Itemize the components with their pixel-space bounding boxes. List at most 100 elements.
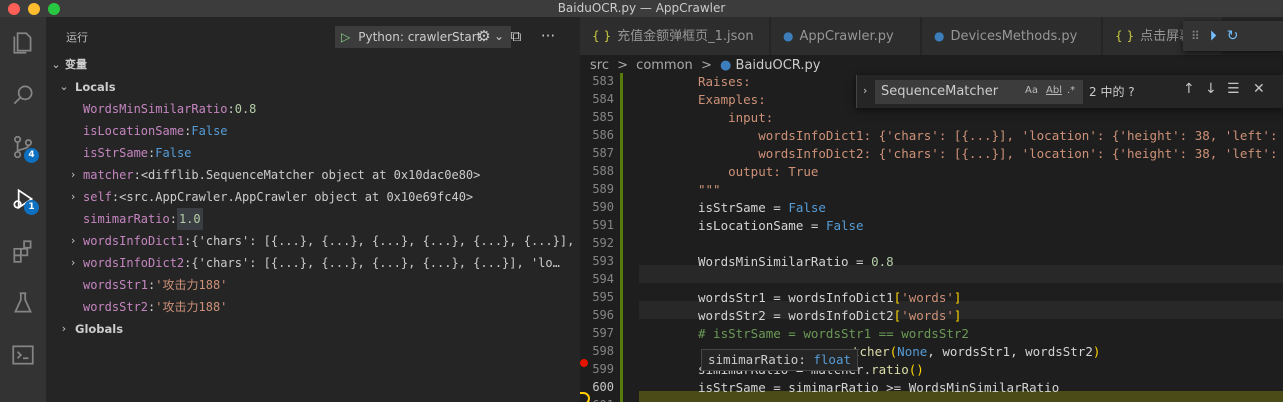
editor-area: { } 充值金额弹框页_1.json ● AppCrawler.py ● Device… xyxy=(580,17,1283,402)
find-in-selection-icon[interactable]: ☰ xyxy=(1227,81,1240,97)
variable-value: 1.0 xyxy=(176,208,203,230)
code-line-589: """ xyxy=(698,182,721,197)
launch-config-label: Python: crawlerStart xyxy=(358,30,482,44)
run-debug-icon[interactable]: 1 xyxy=(0,175,46,223)
line-number[interactable]: 594 xyxy=(580,272,614,286)
explorer-icon[interactable] xyxy=(0,19,46,67)
code-line-597: # isStrSame = wordsStr1 == wordsStr2 xyxy=(698,326,969,341)
variable-name: wordsStr1 xyxy=(83,278,149,292)
variable-row[interactable]: › self: <src.AppCrawler.AppCrawler object… xyxy=(46,186,580,208)
code-line-598: tcher(None, wordsStr1, wordsStr2) xyxy=(852,344,1101,359)
variable-name: isLocationSame xyxy=(83,124,185,138)
python-file-icon: ● xyxy=(934,29,945,43)
open-debug-console-icon[interactable]: ⧉ xyxy=(507,27,525,45)
match-case-button[interactable]: Aa xyxy=(1025,85,1038,96)
match-word-button[interactable]: Abl xyxy=(1046,85,1062,96)
editor-tabs: { } 充值金额弹框页_1.json ● AppCrawler.py ● Device… xyxy=(580,17,1283,55)
variable-row[interactable]: isLocationSame: False xyxy=(46,120,580,142)
code-line-595: wordsStr1 = wordsInfoDict1['words'] xyxy=(698,290,962,305)
toggle-replace-icon[interactable]: › xyxy=(863,84,867,97)
variable-row[interactable]: › wordsInfoDict2: {'chars': [{...}, {...}… xyxy=(46,252,580,274)
locals-scope[interactable]: ⌄ Locals xyxy=(46,76,580,98)
line-number[interactable]: 589 xyxy=(580,182,614,196)
code-line-584: Examples: xyxy=(698,92,766,107)
variable-value: <src.AppCrawler.AppCrawler object at 0x1… xyxy=(119,190,474,204)
debug-toolbar: ⠿ ⏵ ↻ xyxy=(1183,21,1283,51)
line-number[interactable]: 595 xyxy=(580,290,614,304)
globals-scope[interactable]: › Globals xyxy=(46,318,580,340)
variable-name: wordsStr2 xyxy=(83,300,149,314)
arrow-up-icon[interactable]: ↑ xyxy=(1183,81,1195,97)
chevron-right-icon: › xyxy=(61,322,67,335)
variable-row[interactable]: wordsStr2: '攻击力188' xyxy=(46,296,580,318)
line-number[interactable]: 587 xyxy=(580,146,614,160)
variable-value: {'chars': [{...}, {...}, {...}, {...}, {… xyxy=(191,256,560,270)
tab-appcrawler[interactable]: ● AppCrawler.py xyxy=(771,17,921,55)
source-control-icon[interactable]: 4 xyxy=(0,123,46,171)
line-number[interactable]: 584 xyxy=(580,92,614,106)
variable-row[interactable]: WordsMinSimilarRatio: 0.8 xyxy=(46,98,580,120)
breadcrumb-file[interactable]: BaiduOCR.py xyxy=(735,58,820,73)
variables-section-header[interactable]: ⌄ 变量 xyxy=(46,54,580,76)
tab-json-1[interactable]: { } 充值金额弹框页_1.json xyxy=(580,17,770,55)
variable-name: self xyxy=(83,190,112,204)
line-number[interactable]: 592 xyxy=(580,236,614,250)
breadcrumb-common[interactable]: common xyxy=(636,58,693,73)
code-view[interactable]: 583 584 585 586 587 588 589 590 591 592 593 594 595 5… xyxy=(580,73,1283,402)
activity-bar: 4 1 xyxy=(0,17,46,402)
variable-value: False xyxy=(155,146,192,160)
breakpoint-icon[interactable] xyxy=(580,359,588,367)
chevron-down-icon: ⌄ xyxy=(51,58,61,71)
close-icon[interactable]: ✕ xyxy=(1253,81,1265,97)
more-actions-icon[interactable]: ··· xyxy=(539,27,557,45)
title-bar: BaiduOCR.py — AppCrawler xyxy=(0,0,1283,17)
tab-devicesmethods[interactable]: ● DevicesMethods.py xyxy=(922,17,1102,55)
chevron-right-icon: › xyxy=(69,256,77,269)
hover-tooltip: simimarRatio: float xyxy=(701,349,859,371)
variable-row[interactable]: simimarRatio: 1.0 xyxy=(46,208,580,230)
variable-name: isStrSame xyxy=(83,146,149,160)
variable-value: 0.8 xyxy=(234,102,257,116)
variable-row[interactable]: › wordsInfoDict1: {'chars': [{...}, {...}… xyxy=(46,230,580,252)
variable-name: WordsMinSimilarRatio xyxy=(83,102,228,116)
line-number[interactable]: 591 xyxy=(580,218,614,232)
code-line-587: wordsInfoDict2: {'chars': [{...}], 'loca… xyxy=(698,146,1283,161)
variable-row[interactable]: isStrSame: False xyxy=(46,142,580,164)
breadcrumb-src[interactable]: src xyxy=(590,58,609,73)
code-line-590: isStrSame = False xyxy=(698,200,826,215)
line-number[interactable]: 588 xyxy=(580,164,614,178)
code-line-583: Raises: xyxy=(698,74,751,89)
testing-icon[interactable] xyxy=(0,279,46,327)
python-file-icon: ● xyxy=(783,29,794,43)
line-number[interactable]: 585 xyxy=(580,110,614,124)
run-debug-badge: 1 xyxy=(24,200,39,215)
variable-name: matcher xyxy=(83,168,134,182)
line-number[interactable]: 590 xyxy=(580,200,614,214)
variable-value: '攻击力188' xyxy=(155,278,228,292)
drag-handle-icon[interactable]: ⠿ xyxy=(1191,29,1200,43)
search-icon[interactable] xyxy=(0,71,46,119)
chevron-right-icon: › xyxy=(69,168,77,181)
json-file-icon: { } xyxy=(1115,29,1135,43)
code-line-600: isStrSame = simimarRatio >= WordsMinSimi… xyxy=(698,380,1060,395)
variable-row[interactable]: wordsStr1: '攻击力188' xyxy=(46,274,580,296)
line-number[interactable]: 586 xyxy=(580,128,614,142)
line-number[interactable]: 597 xyxy=(580,326,614,340)
source-control-badge: 4 xyxy=(24,148,39,163)
find-widget: › SequenceMatcher Aa Abl .* 2 中的 ? ↑ ↓ ☰… xyxy=(856,75,1283,108)
extensions-icon[interactable] xyxy=(0,227,46,275)
step-over-icon[interactable]: ↻ xyxy=(1227,28,1239,44)
arrow-down-icon[interactable]: ↓ xyxy=(1205,81,1217,97)
chevron-down-icon: ⌄ xyxy=(59,80,69,93)
line-number[interactable]: 596 xyxy=(580,308,614,322)
line-number[interactable]: 593 xyxy=(580,254,614,268)
python-file-icon: ● xyxy=(719,58,732,73)
variable-row[interactable]: › matcher: <difflib.SequenceMatcher objec… xyxy=(46,164,580,186)
start-debug-icon[interactable]: ▷ xyxy=(341,30,350,44)
regex-button[interactable]: .* xyxy=(1067,85,1075,96)
line-number[interactable]: 598 xyxy=(580,344,614,358)
terminal-icon[interactable] xyxy=(0,331,46,379)
gear-icon[interactable]: ⚙ xyxy=(475,27,493,45)
line-number[interactable]: 583 xyxy=(580,74,614,88)
continue-icon[interactable]: ⏵ xyxy=(1210,28,1217,44)
